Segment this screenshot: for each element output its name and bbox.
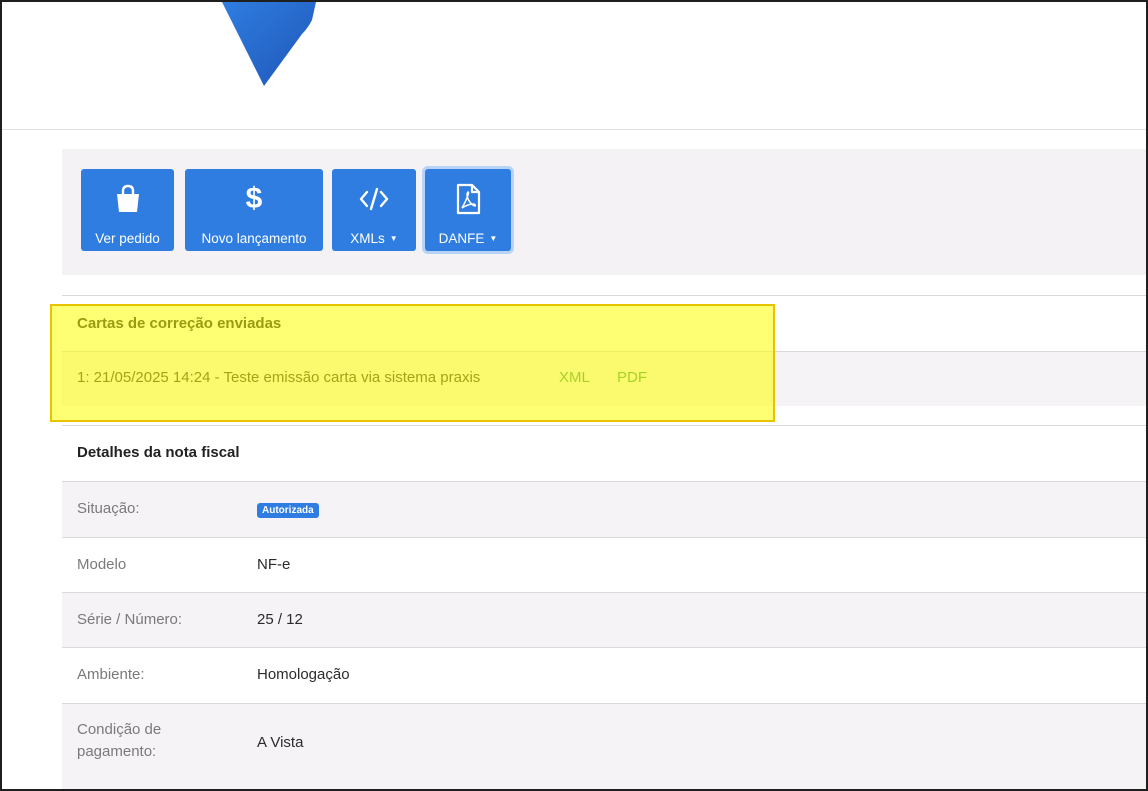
serie-numero-label: Série / Número: (77, 611, 183, 628)
condicao-pagamento-value: A Vista (257, 734, 304, 751)
dollar-icon: $ (245, 182, 263, 215)
situacao-label: Situação: (77, 500, 140, 517)
xmls-dropdown-button[interactable]: XMLs ▼ (332, 169, 416, 251)
ver-pedido-button[interactable]: Ver pedido (81, 169, 174, 251)
serie-numero-value: 25 / 12 (257, 611, 303, 628)
condicao-pagamento-label: Condição de pagamento: (77, 719, 161, 763)
modelo-row: Modelo NF-e (62, 537, 1146, 593)
app-frame: Ver pedido $ Novo lançamento XMLs ▼ DANF… (0, 0, 1148, 791)
carta-xml-link[interactable]: XML (559, 369, 590, 386)
caret-down-icon: ▼ (489, 234, 498, 243)
carta-pdf-link[interactable]: PDF (617, 369, 647, 386)
modelo-value: NF-e (257, 556, 291, 573)
code-icon (358, 183, 390, 215)
xmls-label: XMLs (350, 231, 385, 246)
condicao-label-line2: pagamento: (77, 743, 157, 760)
novo-lancamento-button[interactable]: $ Novo lançamento (185, 169, 323, 251)
ambiente-row: Ambiente: Homologação (62, 647, 1146, 704)
status-badge: Autorizada (257, 503, 319, 518)
ambiente-value: Homologação (257, 666, 350, 683)
situacao-row: Situação: Autorizada (62, 481, 1146, 537)
caret-down-icon: ▼ (389, 234, 398, 243)
section-divider (62, 425, 1146, 426)
condicao-label-line1: Condição de (77, 721, 162, 738)
modelo-label: Modelo (77, 556, 127, 573)
danfe-label: DANFE (438, 231, 485, 246)
detalhes-nota-title: Detalhes da nota fiscal (77, 444, 240, 461)
logo-icon (222, 2, 316, 86)
header-divider (2, 129, 1146, 130)
shopping-bag-icon (113, 183, 143, 215)
danfe-dropdown-button[interactable]: DANFE ▼ (425, 169, 511, 251)
serie-numero-row: Série / Número: 25 / 12 (62, 592, 1146, 648)
cartas-correcao-title: Cartas de correção enviadas (77, 315, 282, 332)
condicao-pagamento-row: Condição de pagamento: A Vista (62, 703, 1146, 789)
carta-correcao-entry: 1: 21/05/2025 14:24 - Teste emissão cart… (77, 369, 481, 386)
pdf-file-icon (454, 183, 482, 215)
novo-lancamento-label: Novo lançamento (201, 231, 307, 246)
section-divider (62, 295, 1146, 296)
ver-pedido-label: Ver pedido (95, 231, 160, 246)
ambiente-label: Ambiente: (77, 666, 145, 683)
action-toolbar: Ver pedido $ Novo lançamento XMLs ▼ DANF… (62, 149, 1146, 275)
carta-correcao-row: 1: 21/05/2025 14:24 - Teste emissão cart… (62, 352, 1146, 406)
